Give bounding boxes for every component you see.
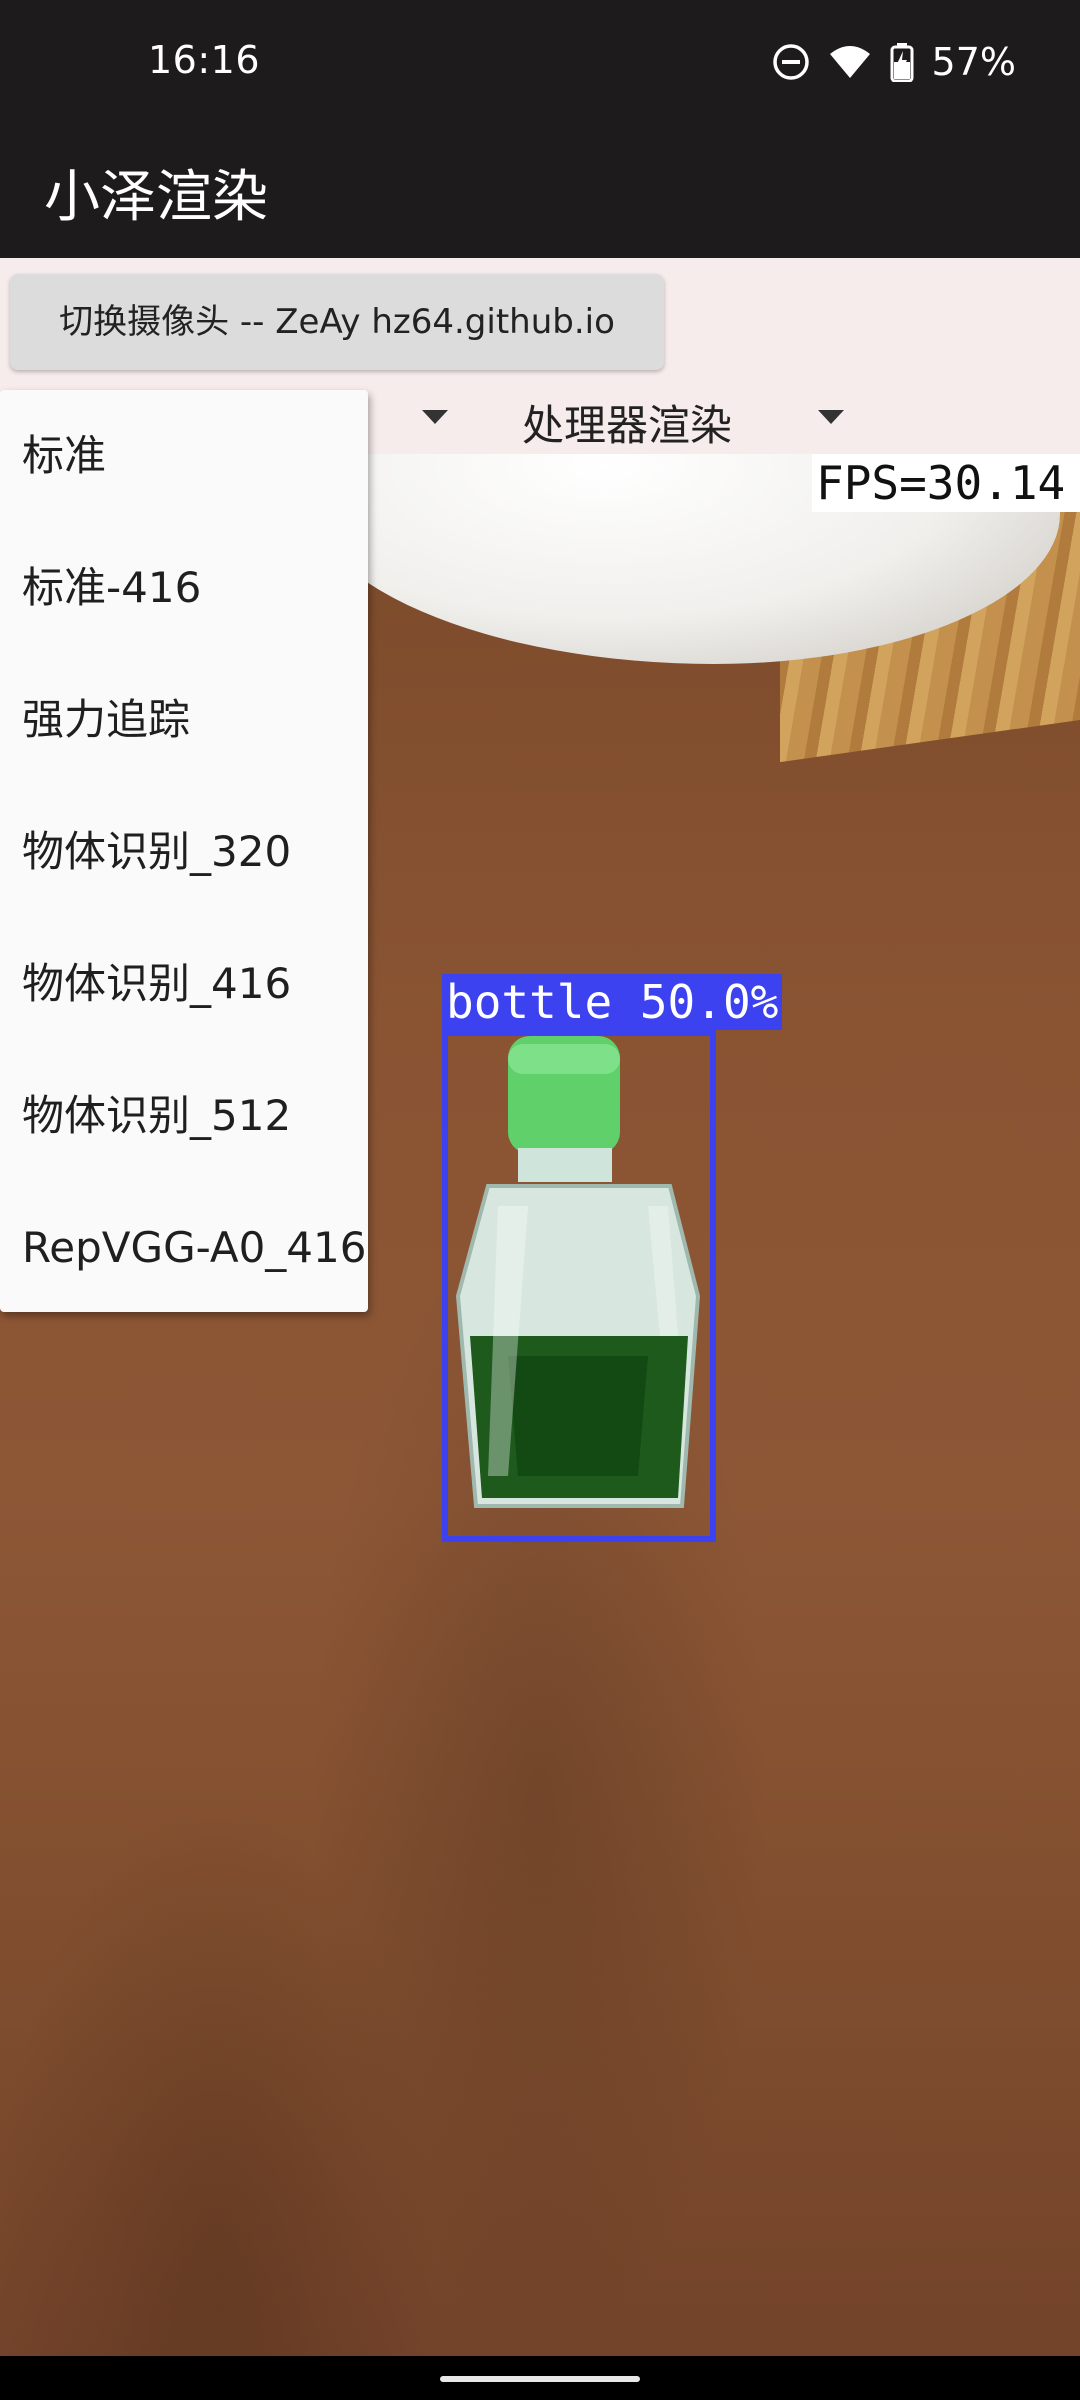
chevron-down-icon [818,410,844,424]
chevron-down-icon [422,410,448,424]
menu-item[interactable]: 标准 [0,390,368,522]
status-bar: 16:16 57% [0,0,1080,128]
navigation-bar [0,2356,1080,2400]
do-not-disturb-icon [772,44,809,80]
wifi-icon [829,46,870,78]
status-time: 16:16 [148,38,261,82]
render-mode-spinner[interactable]: 处理器渲染 [470,388,860,450]
detection-box [442,1030,716,1542]
app-bar: 小泽渲染 [0,128,1080,258]
menu-item[interactable]: 物体识别_320 [0,786,368,918]
battery-percent: 57% [931,40,1016,84]
detection-label: bottle 50.0% [442,974,783,1030]
model-menu-popup: 标准 标准-416 强力追踪 物体识别_320 物体识别_416 物体识别_51… [0,390,368,1312]
switch-camera-button[interactable]: 切换摄像头 -- ZeAy hz64.github.io [10,274,664,370]
status-icons: 57% [772,40,1016,84]
app-title: 小泽渲染 [44,165,268,230]
screen: 16:16 57% 小泽渲染 切换摄像头 -- ZeAy hz64.github… [0,0,1080,2400]
battery-charging-icon [890,43,914,82]
menu-item[interactable]: 物体识别_512 [0,1050,368,1182]
menu-item[interactable]: RepVGG-A0_416 [0,1182,368,1314]
menu-item[interactable]: 标准-416 [0,522,368,654]
menu-item[interactable]: 物体识别_416 [0,918,368,1050]
menu-item[interactable]: 强力追踪 [0,654,368,786]
render-mode-value: 处理器渲染 [522,401,733,450]
home-gesture-handle[interactable] [440,2376,640,2382]
fps-counter: FPS=30.14 [812,454,1080,512]
